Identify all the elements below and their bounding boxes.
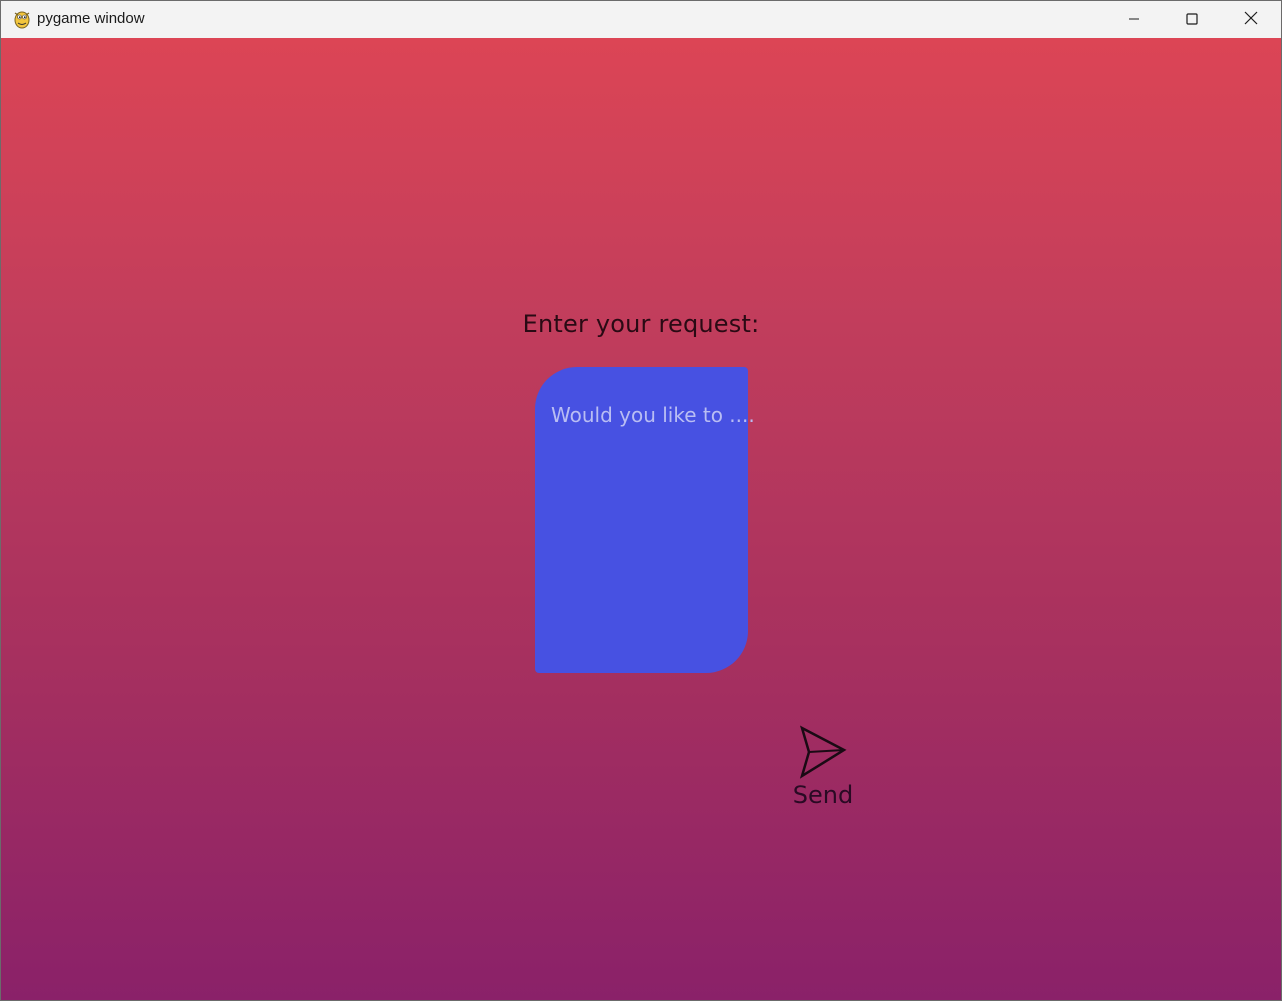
send-button[interactable]: Send: [787, 721, 859, 813]
window-title: pygame window: [37, 10, 145, 27]
request-input-box[interactable]: Would you like to ....: [535, 367, 755, 673]
paper-plane-icon: [799, 725, 847, 779]
prompt-label: Enter your request:: [522, 310, 760, 338]
send-label: Send: [792, 781, 854, 809]
pygame-snake-icon: [12, 9, 32, 29]
app-window: pygame window Enter your request: Would …: [0, 0, 1282, 1001]
minimize-button[interactable]: [1105, 1, 1163, 38]
close-icon: [1244, 10, 1258, 29]
game-canvas: Enter your request: Would you like to ..…: [1, 38, 1281, 1000]
minimize-icon: [1128, 10, 1140, 29]
request-input-text[interactable]: Would you like to ....: [551, 403, 755, 427]
maximize-icon: [1186, 10, 1198, 29]
maximize-button[interactable]: [1163, 1, 1221, 38]
close-button[interactable]: [1222, 1, 1280, 38]
title-bar[interactable]: pygame window: [1, 1, 1281, 38]
